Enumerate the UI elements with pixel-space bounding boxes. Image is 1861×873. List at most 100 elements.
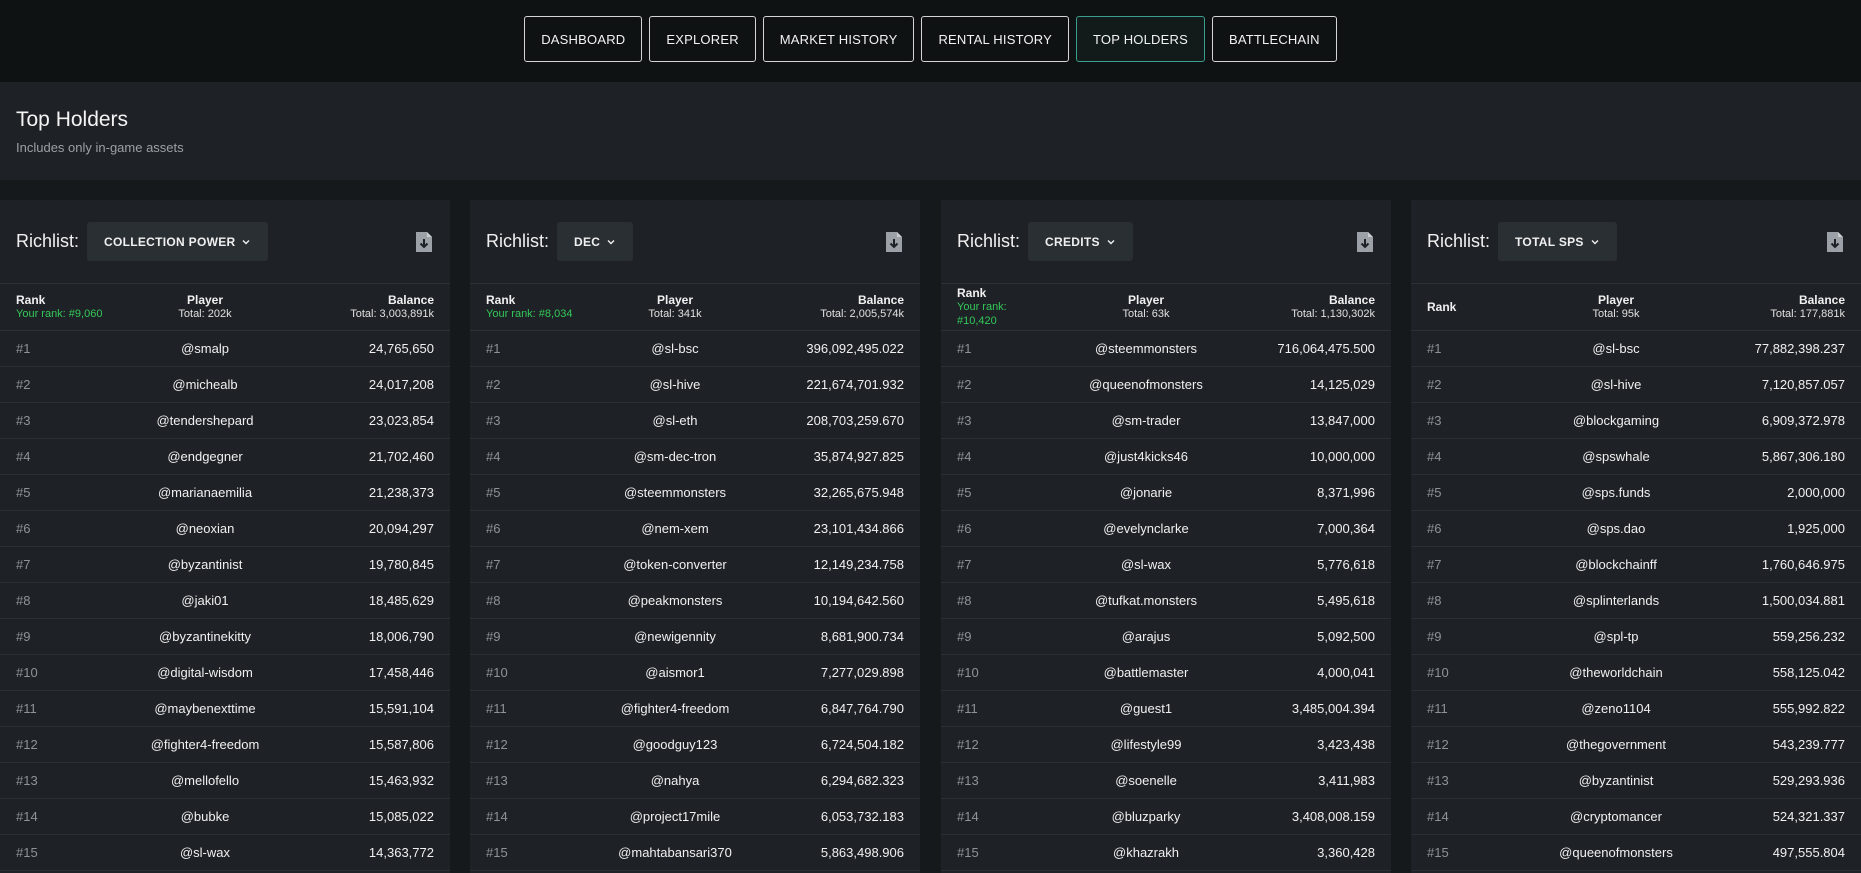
player-link[interactable]: @nahya <box>576 773 774 788</box>
player-link[interactable]: @byzantinekitty <box>106 629 304 644</box>
player-link[interactable]: @digital-wisdom <box>106 665 304 680</box>
nav-top-holders-button[interactable]: TOP HOLDERS <box>1076 16 1205 62</box>
player-link[interactable]: @sm-dec-tron <box>576 449 774 464</box>
rank-cell: #2 <box>1427 377 1442 392</box>
player-link[interactable]: @sm-trader <box>1047 413 1245 428</box>
player-link[interactable]: @arajus <box>1047 629 1245 644</box>
balance-cell: 497,555.804 <box>1772 845 1845 860</box>
download-file-icon[interactable] <box>884 231 904 253</box>
rank-column-header: Rank <box>957 286 987 300</box>
nav-market-history-button[interactable]: MARKET HISTORY <box>762 16 915 62</box>
player-link[interactable]: @endgegner <box>106 449 304 464</box>
table-row: #2 @sl-hive 7,120,857.057 <box>1411 367 1861 403</box>
player-link[interactable]: @tendershepard <box>106 413 304 428</box>
player-link[interactable]: @zeno1104 <box>1517 701 1715 716</box>
balance-cell: 10,000,000 <box>1309 449 1375 464</box>
player-link[interactable]: @sps.dao <box>1517 521 1715 536</box>
player-link[interactable]: @project17mile <box>576 809 774 824</box>
player-link[interactable]: @goodguy123 <box>576 737 774 752</box>
player-link[interactable]: @khazrakh <box>1047 845 1245 860</box>
player-link[interactable]: @sl-wax <box>106 845 304 860</box>
player-link[interactable]: @newigennity <box>576 629 774 644</box>
nav-explorer-button[interactable]: EXPLORER <box>649 16 756 62</box>
player-link[interactable]: @spl-tp <box>1517 629 1715 644</box>
table-row: #7 @blockchainff 1,760,646.975 <box>1411 547 1861 583</box>
balance-cell: 13,847,000 <box>1309 413 1375 428</box>
player-link[interactable]: @steemmonsters <box>1047 341 1245 356</box>
player-link[interactable]: @byzantinist <box>1517 773 1715 788</box>
player-link[interactable]: @nem-xem <box>576 521 774 536</box>
nav-battlechain-button[interactable]: BATTLECHAIN <box>1211 16 1337 62</box>
player-link[interactable]: @sps.funds <box>1517 485 1715 500</box>
richlist-select[interactable]: DEC <box>557 222 634 261</box>
player-link[interactable]: @sl-eth <box>576 413 774 428</box>
player-link[interactable]: @cryptomancer <box>1517 809 1715 824</box>
player-link[interactable]: @sl-hive <box>576 377 774 392</box>
balance-total: Total: 1,130,302k <box>1291 308 1375 320</box>
player-link[interactable]: @steemmonsters <box>576 485 774 500</box>
player-link[interactable]: @aismor1 <box>576 665 774 680</box>
player-link[interactable]: @peakmonsters <box>576 593 774 608</box>
player-link[interactable]: @bluzparky <box>1047 809 1245 824</box>
balance-cell: 35,874,927.825 <box>813 449 904 464</box>
rank-cell: #10 <box>16 665 38 680</box>
player-link[interactable]: @sl-bsc <box>1517 341 1715 356</box>
player-link[interactable]: @sl-wax <box>1047 557 1245 572</box>
player-link[interactable]: @byzantinist <box>106 557 304 572</box>
player-link[interactable]: @theworldchain <box>1517 665 1715 680</box>
richlist-select-value: CREDITS <box>1045 234 1100 249</box>
player-link[interactable]: @jonarie <box>1047 485 1245 500</box>
player-link[interactable]: @tufkat.monsters <box>1047 593 1245 608</box>
richlist-select[interactable]: CREDITS <box>1028 222 1133 261</box>
player-link[interactable]: @maybenexttime <box>106 701 304 716</box>
player-link[interactable]: @battlemaster <box>1047 665 1245 680</box>
player-link[interactable]: @mahtabansari370 <box>576 845 774 860</box>
player-link[interactable]: @blockgaming <box>1517 413 1715 428</box>
nav-dashboard-button[interactable]: DASHBOARD <box>524 16 643 62</box>
balance-total: Total: 177,881k <box>1770 308 1845 320</box>
table-row: #9 @arajus 5,092,500 <box>941 619 1391 655</box>
player-link[interactable]: @thegovernment <box>1517 737 1715 752</box>
player-link[interactable]: @guest1 <box>1047 701 1245 716</box>
richlist-select[interactable]: TOTAL SPS <box>1498 222 1617 261</box>
rank-cell: #8 <box>16 593 31 608</box>
chevron-down-icon <box>1106 237 1116 247</box>
player-link[interactable]: @lifestyle99 <box>1047 737 1245 752</box>
download-file-icon[interactable] <box>1825 231 1845 253</box>
player-link[interactable]: @blockchainff <box>1517 557 1715 572</box>
rank-cell: #7 <box>486 557 501 572</box>
player-link[interactable]: @michealb <box>106 377 304 392</box>
richlist-select[interactable]: COLLECTION POWER <box>87 222 269 261</box>
table-row: #7 @token-converter 12,149,234.758 <box>470 547 920 583</box>
table-row: #4 @spswhale 5,867,306.180 <box>1411 439 1861 475</box>
player-link[interactable]: @marianaemilia <box>106 485 304 500</box>
player-link[interactable]: @mellofello <box>106 773 304 788</box>
player-link[interactable]: @fighter4-freedom <box>576 701 774 716</box>
player-link[interactable]: @queenofmonsters <box>1047 377 1245 392</box>
player-link[interactable]: @splinterlands <box>1517 593 1715 608</box>
table-row: #1 @sl-bsc 396,092,495.022 <box>470 331 920 367</box>
player-link[interactable]: @bubke <box>106 809 304 824</box>
rank-cell: #5 <box>1427 485 1442 500</box>
player-link[interactable]: @queenofmonsters <box>1517 845 1715 860</box>
nav-rental-history-button[interactable]: RENTAL HISTORY <box>921 16 1070 62</box>
player-link[interactable]: @spswhale <box>1517 449 1715 464</box>
player-link[interactable]: @evelynclarke <box>1047 521 1245 536</box>
download-file-icon[interactable] <box>1355 231 1375 253</box>
player-link[interactable]: @fighter4-freedom <box>106 737 304 752</box>
rank-cell: #10 <box>957 665 979 680</box>
table-row: #1 @smalp 24,765,650 <box>0 331 450 367</box>
download-file-icon[interactable] <box>414 231 434 253</box>
player-link[interactable]: @neoxian <box>106 521 304 536</box>
player-link[interactable]: @soenelle <box>1047 773 1245 788</box>
balance-cell: 1,500,034.881 <box>1761 593 1845 608</box>
player-link[interactable]: @sl-hive <box>1517 377 1715 392</box>
player-link[interactable]: @jaki01 <box>106 593 304 608</box>
player-link[interactable]: @just4kicks46 <box>1047 449 1245 464</box>
player-link[interactable]: @smalp <box>106 341 304 356</box>
table-row: #1 @steemmonsters 716,064,475.500 <box>941 331 1391 367</box>
player-link[interactable]: @sl-bsc <box>576 341 774 356</box>
player-link[interactable]: @token-converter <box>576 557 774 572</box>
table-header: Rank Your rank: #8,034 Player Total: 341k Ba… <box>470 284 920 331</box>
balance-cell: 77,882,398.237 <box>1754 341 1845 356</box>
